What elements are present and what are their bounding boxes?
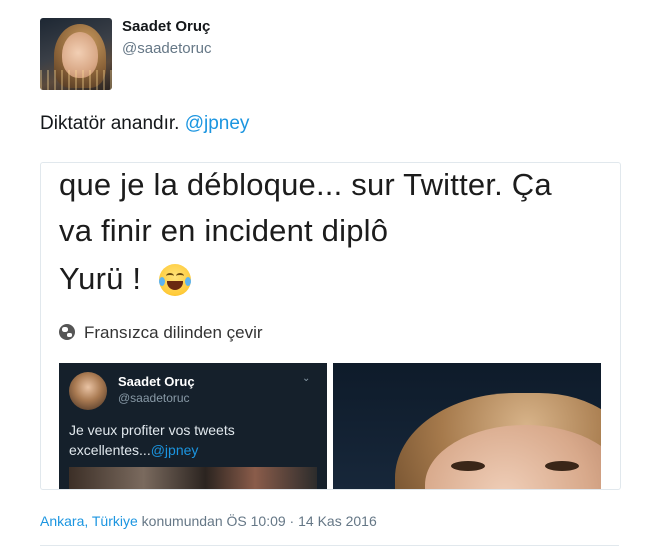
globe-icon <box>59 324 75 340</box>
display-name[interactable]: Saadet Oruç <box>122 18 210 35</box>
location-link[interactable]: Ankara, Türkiye <box>40 513 138 529</box>
timestamp: konumundan ÖS 10:09 · 14 Kas 2016 <box>137 513 377 529</box>
inner-handle: @saadetoruc <box>118 391 190 405</box>
avatar-background-lights <box>40 70 112 90</box>
divider <box>40 545 619 546</box>
inner-mention: @jpney <box>150 442 199 458</box>
inner-tweet-text: Je veux profiter vos tweets excellentes.… <box>69 420 309 460</box>
media-text-line-3: Yurü ! <box>59 261 142 296</box>
tweet-text: Diktatör anandır. @jpney <box>40 113 249 135</box>
tweet-metadata: Ankara, Türkiye konumundan ÖS 10:09 · 14… <box>40 513 377 529</box>
inner-image-preview <box>69 467 317 489</box>
inner-display-name: Saadet Oruç <box>118 374 195 389</box>
emoji-mouth <box>167 281 183 290</box>
tweet-mention-link[interactable]: @jpney <box>185 113 250 134</box>
emoji-eye <box>176 273 184 279</box>
laughing-tears-emoji-icon <box>159 264 191 296</box>
user-handle[interactable]: @saadetoruc <box>122 40 211 57</box>
tweet-media[interactable]: que je la débloque... sur Twitter. Ça va… <box>40 162 621 490</box>
emoji-eye <box>166 273 174 279</box>
translate-link: Fransızca dilinden çevir <box>84 323 263 342</box>
media-text-line-2: va finir en incident diplô <box>59 213 389 248</box>
chevron-down-icon: ⌄ <box>302 373 311 384</box>
inner-avatar <box>69 372 107 410</box>
emoji-tear <box>185 277 191 286</box>
photo-portrait <box>333 363 601 489</box>
profile-avatar[interactable] <box>40 18 112 90</box>
inner-tweet-screenshot: Saadet Oruç @saadetoruc ⌄ Je veux profit… <box>59 363 327 489</box>
translate-row: Fransızca dilinden çevir <box>59 323 263 343</box>
emoji-tear <box>159 277 165 286</box>
photo-eye <box>545 461 579 471</box>
photo-eye <box>451 461 485 471</box>
media-text-line-1: que je la débloque... sur Twitter. Ça <box>59 167 552 202</box>
tweet-body: Diktatör anandır. <box>40 113 185 134</box>
